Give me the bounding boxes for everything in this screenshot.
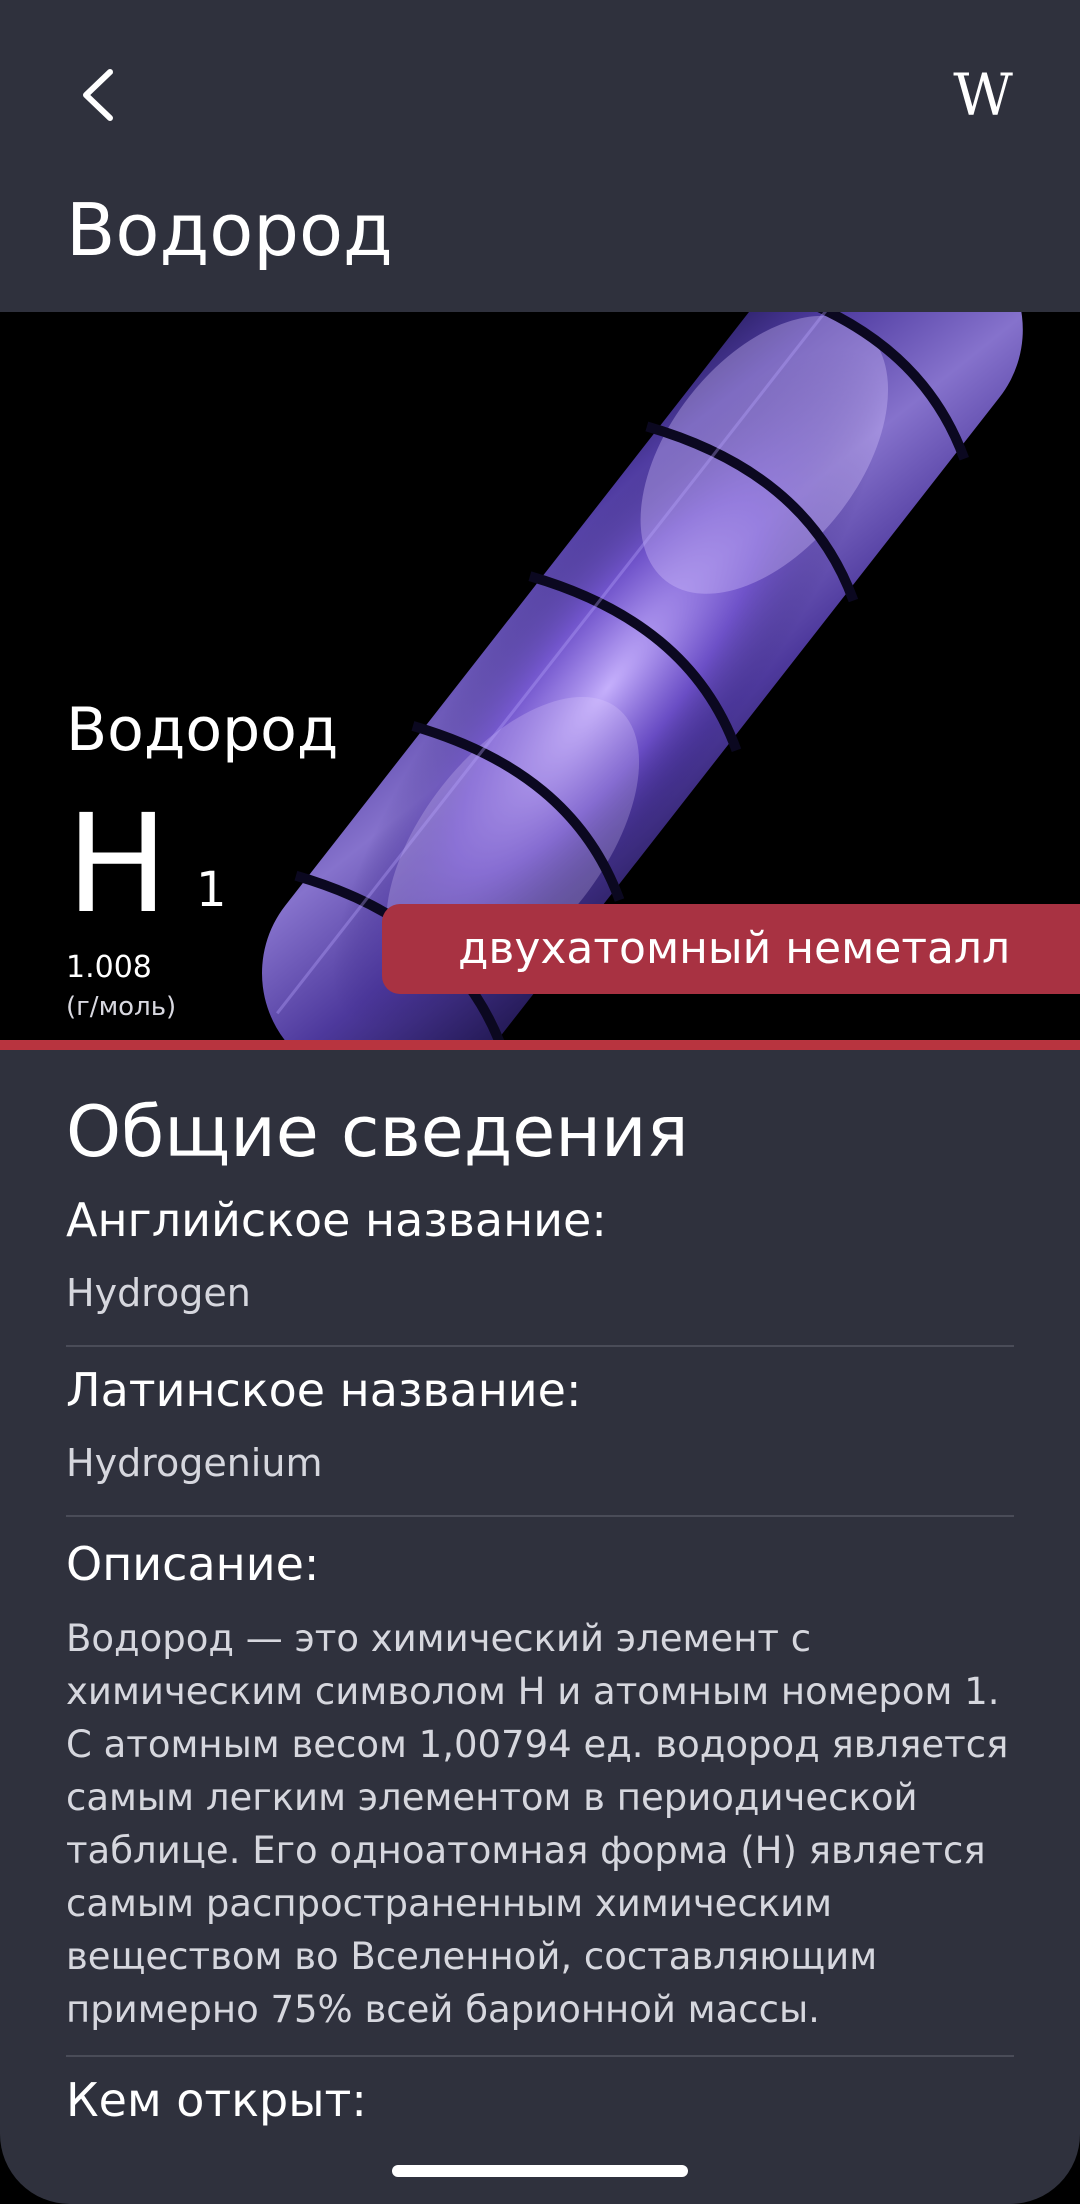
category-accent-line: [0, 1040, 1080, 1050]
english-name-value: Hydrogen: [66, 1271, 251, 1315]
description-label: Описание:: [66, 1537, 320, 1591]
page-title: Водород: [66, 188, 393, 272]
element-name: Водород: [66, 695, 339, 765]
description-text: Водород — это химический элемент с химич…: [66, 1617, 1009, 2031]
divider: [66, 1515, 1014, 1517]
element-hero: Водород H 1 1.008 (г/моль) двухатомный н…: [0, 312, 1080, 1040]
wikipedia-button[interactable]: W: [940, 60, 1020, 130]
element-symbol: H: [66, 786, 169, 944]
section-title: Общие сведения: [66, 1091, 689, 1173]
app-bar: W Водород: [0, 0, 1080, 312]
divider: [66, 1345, 1014, 1347]
latin-name-label: Латинское название:: [66, 1363, 582, 1417]
wikipedia-icon: W: [953, 61, 1013, 129]
category-badge: двухатомный неметалл: [382, 904, 1080, 994]
atomic-mass: 1.008: [66, 950, 152, 985]
atomic-mass-unit: (г/моль): [66, 992, 177, 1022]
home-indicator[interactable]: [392, 2165, 688, 2177]
english-name-label: Английское название:: [66, 1193, 607, 1247]
screen: W Водород Водород H 1 1.008 (г/моль) дву…: [0, 0, 1080, 2204]
back-button[interactable]: [66, 60, 136, 130]
divider: [66, 2055, 1014, 2057]
chevron-left-icon: [83, 69, 113, 121]
discovered-by-label: Кем открыт:: [66, 2073, 367, 2127]
atomic-number: 1: [196, 862, 227, 918]
latin-name-value: Hydrogenium: [66, 1441, 323, 1485]
